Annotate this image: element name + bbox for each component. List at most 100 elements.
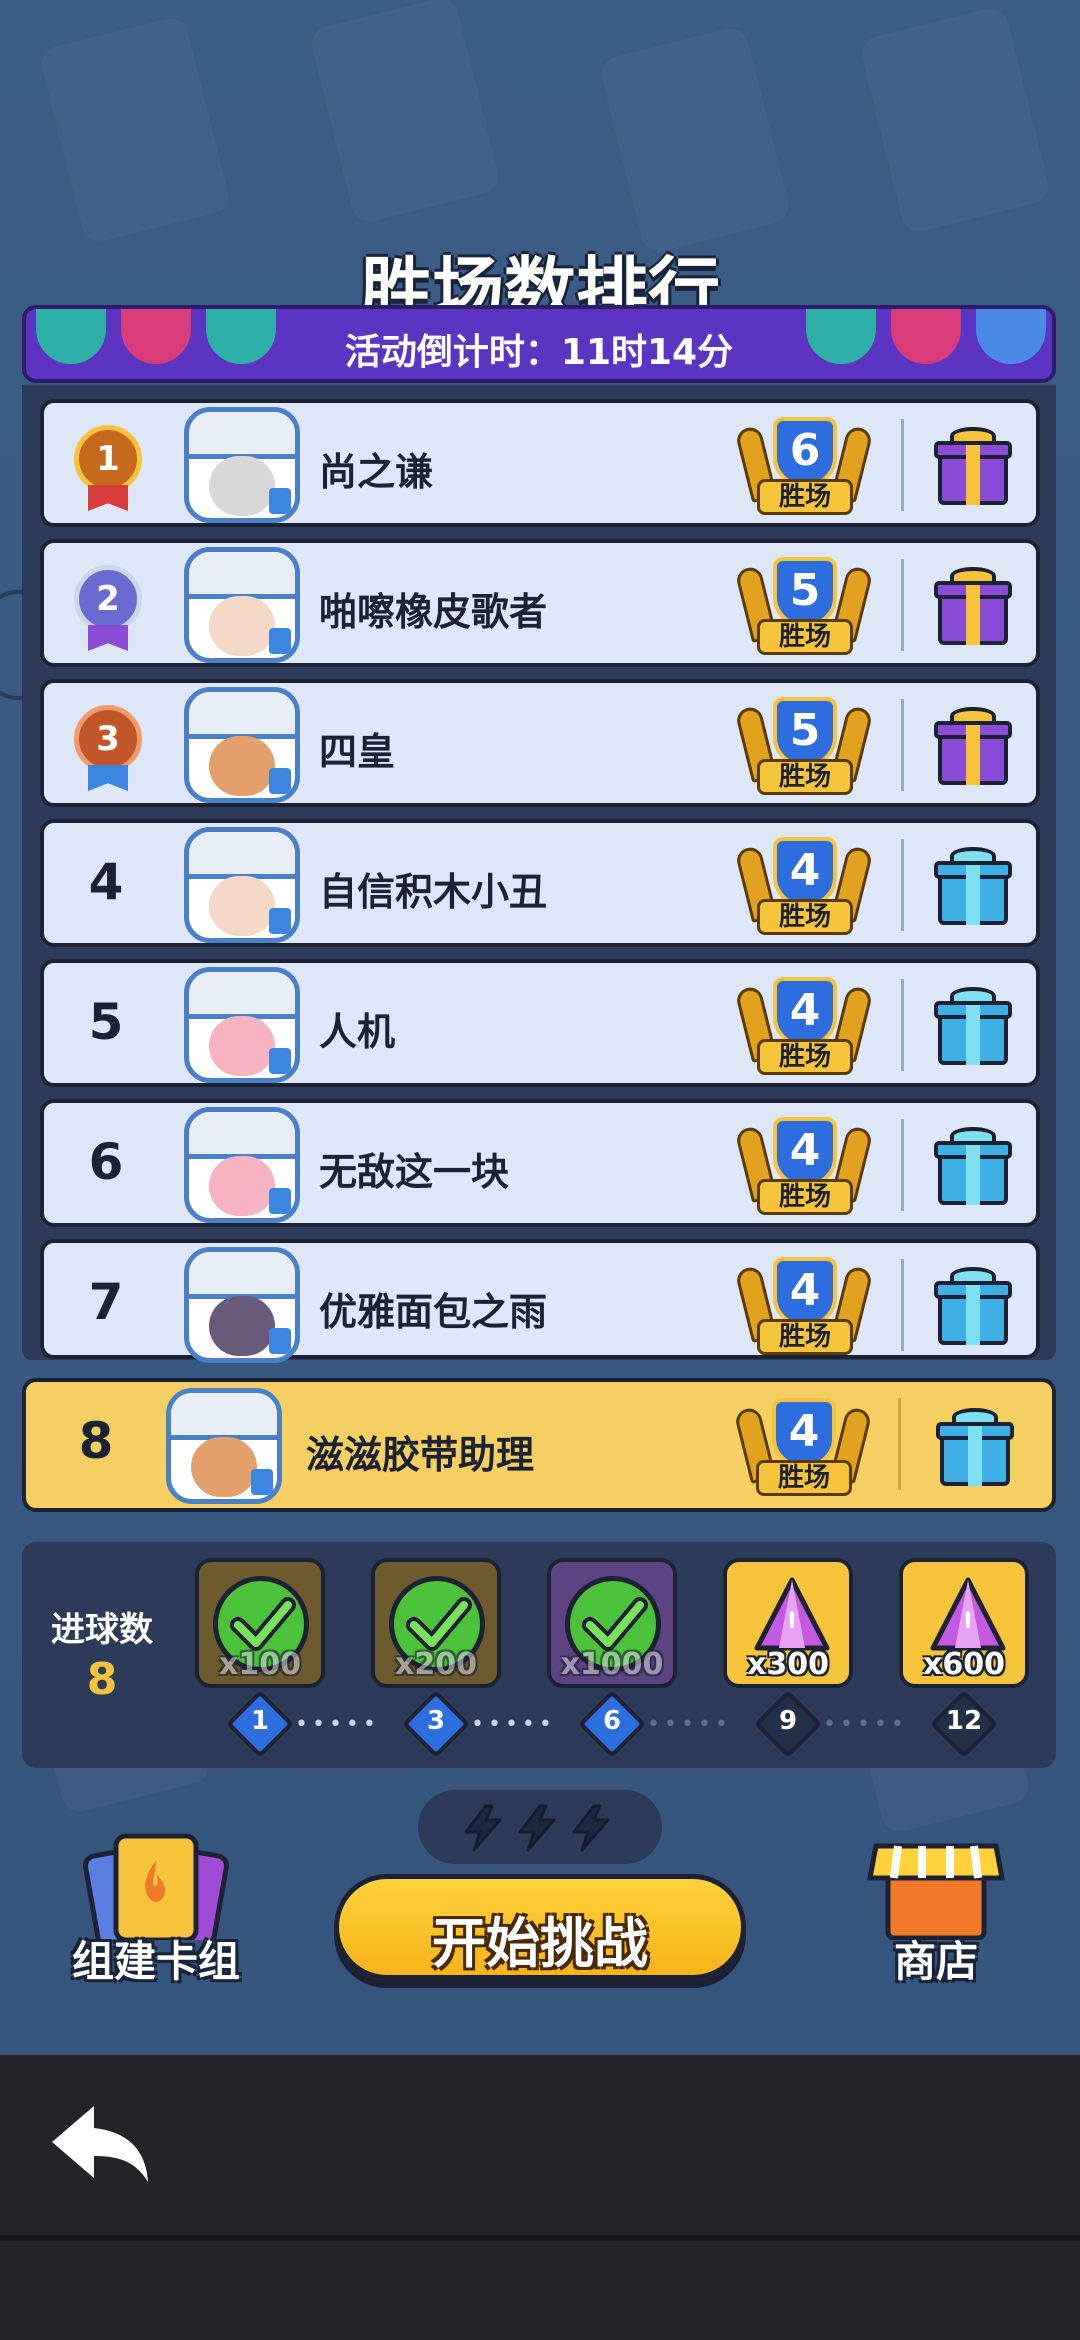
wins-badge: 4 胜场: [733, 1392, 873, 1504]
goal-rewards-panel: 进球数 8 x100 1 ••••• x200 3 ••••• x1000 6 ••••• Ix3…: [22, 1542, 1056, 1768]
row-divider: [901, 839, 904, 931]
wins-label: 胜场: [757, 1039, 853, 1075]
row-divider: [901, 699, 904, 791]
leaderboard-row[interactable]: 2 啪嚓橡皮歌者 5 胜场: [40, 539, 1040, 667]
leaderboard-row[interactable]: 5 人机 4 胜场: [40, 959, 1040, 1087]
back-button[interactable]: [46, 2100, 156, 2190]
row-divider: [901, 419, 904, 511]
leaderboard-row[interactable]: 4 自信积木小丑 4 胜场: [40, 819, 1040, 947]
shop-label: 商店: [893, 1937, 978, 1986]
progress-dots: •••••: [471, 1712, 556, 1737]
wins-label: 胜场: [757, 1179, 853, 1215]
row-divider: [901, 559, 904, 651]
bronze-medal-icon: 3: [74, 705, 142, 773]
wins-count: 4: [773, 1257, 837, 1327]
wins-badge: 4 胜场: [734, 1111, 874, 1223]
avatar-card-badge: [269, 488, 291, 514]
gift-bow: [950, 1127, 996, 1145]
wins-count: 4: [773, 837, 837, 907]
reward-quantity: x200: [395, 1647, 477, 1682]
avatar-panda-hat: [189, 692, 295, 739]
wins-count: 4: [773, 1117, 837, 1187]
build-deck-button[interactable]: 组建卡组: [56, 1830, 256, 1990]
reward-quantity: x100: [219, 1647, 301, 1682]
reward-card[interactable]: Ix300: [723, 1558, 853, 1688]
rank-number: 5: [88, 993, 124, 1051]
milestone-label: 9: [778, 1706, 798, 1736]
leaderboard-row[interactable]: 6 无敌这一块 4 胜场: [40, 1099, 1040, 1227]
avatar-panda-hat: [189, 972, 295, 1019]
avatar-face: [209, 1156, 275, 1216]
medal-ribbon: [88, 765, 128, 791]
reward-card[interactable]: x100: [195, 1558, 325, 1688]
blue-gift-icon[interactable]: [934, 987, 1012, 1065]
reward-card[interactable]: x1000: [547, 1558, 677, 1688]
svg-text:I: I: [964, 1609, 972, 1634]
shop-button[interactable]: 商店: [836, 1830, 1036, 1990]
player-avatar[interactable]: [184, 1247, 300, 1363]
blue-gift-icon[interactable]: [934, 1127, 1012, 1205]
purple-gift-icon[interactable]: [934, 427, 1012, 505]
wins-count: 4: [773, 977, 837, 1047]
wins-badge: 4 胜场: [734, 1251, 874, 1363]
wins-label: 胜场: [756, 1460, 852, 1496]
avatar-card-badge: [269, 908, 291, 934]
player-avatar[interactable]: [184, 407, 300, 523]
wins-badge: 6 胜场: [734, 411, 874, 523]
leaderboard-row[interactable]: 1 尚之谦 6 胜场: [40, 399, 1040, 527]
gift-bow: [950, 707, 996, 725]
player-name: 滋滋胶带助理: [306, 1433, 535, 1477]
blue-gift-icon[interactable]: [934, 1267, 1012, 1345]
build-deck-label: 组建卡组: [71, 1937, 240, 1986]
player-avatar[interactable]: [184, 687, 300, 803]
shop-stall-icon: [866, 1843, 1006, 1941]
avatar-face: [191, 1437, 257, 1497]
reward-card[interactable]: x200: [371, 1558, 501, 1688]
reward-card[interactable]: Ix600: [899, 1558, 1029, 1688]
player-avatar[interactable]: [184, 967, 300, 1083]
reward-quantity: x600: [923, 1647, 1005, 1682]
row-divider: [898, 1398, 901, 1490]
rank-number: 4: [88, 853, 124, 911]
energy-bar: [418, 1790, 662, 1864]
player-name: 优雅面包之雨: [319, 1290, 548, 1334]
wins-count: 6: [773, 417, 837, 487]
player-name: 尚之谦: [319, 450, 434, 494]
blue-gift-icon[interactable]: [934, 847, 1012, 925]
row-divider: [901, 979, 904, 1071]
wins-label: 胜场: [757, 1319, 853, 1355]
energy-bolt-icon: [460, 1804, 506, 1856]
purple-gift-icon[interactable]: [934, 567, 1012, 645]
avatar-card-badge: [251, 1469, 273, 1495]
start-challenge-button[interactable]: 开始挑战: [334, 1874, 746, 1980]
avatar-card-badge: [269, 768, 291, 794]
background-card-shape: [598, 24, 792, 256]
wins-badge: 5 胜场: [734, 691, 874, 803]
wins-label: 胜场: [757, 899, 853, 935]
avatar-panda-hat: [189, 552, 295, 599]
my-rank-row[interactable]: 8 滋滋胶带助理 4 胜场: [22, 1378, 1056, 1512]
player-avatar[interactable]: [184, 547, 300, 663]
gift-bow: [952, 1408, 998, 1426]
player-avatar[interactable]: [166, 1388, 282, 1504]
avatar-card-badge: [269, 1328, 291, 1354]
bottom-divider: [0, 2235, 1080, 2241]
gift-bow: [950, 987, 996, 1005]
gift-bow: [950, 1267, 996, 1285]
wins-badge: 5 胜场: [734, 551, 874, 663]
leaderboard-row[interactable]: 3 四皇 5 胜场: [40, 679, 1040, 807]
blue-gift-icon[interactable]: [936, 1408, 1014, 1486]
purple-gift-icon[interactable]: [934, 707, 1012, 785]
player-avatar[interactable]: [184, 1107, 300, 1223]
reward-quantity: x300: [747, 1647, 829, 1682]
gift-ribbon: [966, 721, 980, 785]
avatar-face: [209, 456, 275, 516]
silver-medal-icon: 2: [74, 565, 142, 633]
player-avatar[interactable]: [184, 827, 300, 943]
wins-count: 4: [772, 1398, 836, 1468]
back-arrow-icon: [52, 2106, 148, 2182]
leaderboard-list[interactable]: 1 尚之谦 6 胜场 2 啪嚓橡皮歌者 5 胜场 3 四皇 5 胜场 4 自信积木小丑 4 胜场 5 人机 4 胜场 6…: [22, 385, 1056, 1363]
avatar-face: [209, 736, 275, 796]
gift-ribbon: [966, 581, 980, 645]
leaderboard-row[interactable]: 7 优雅面包之雨 4 胜场: [40, 1239, 1040, 1363]
